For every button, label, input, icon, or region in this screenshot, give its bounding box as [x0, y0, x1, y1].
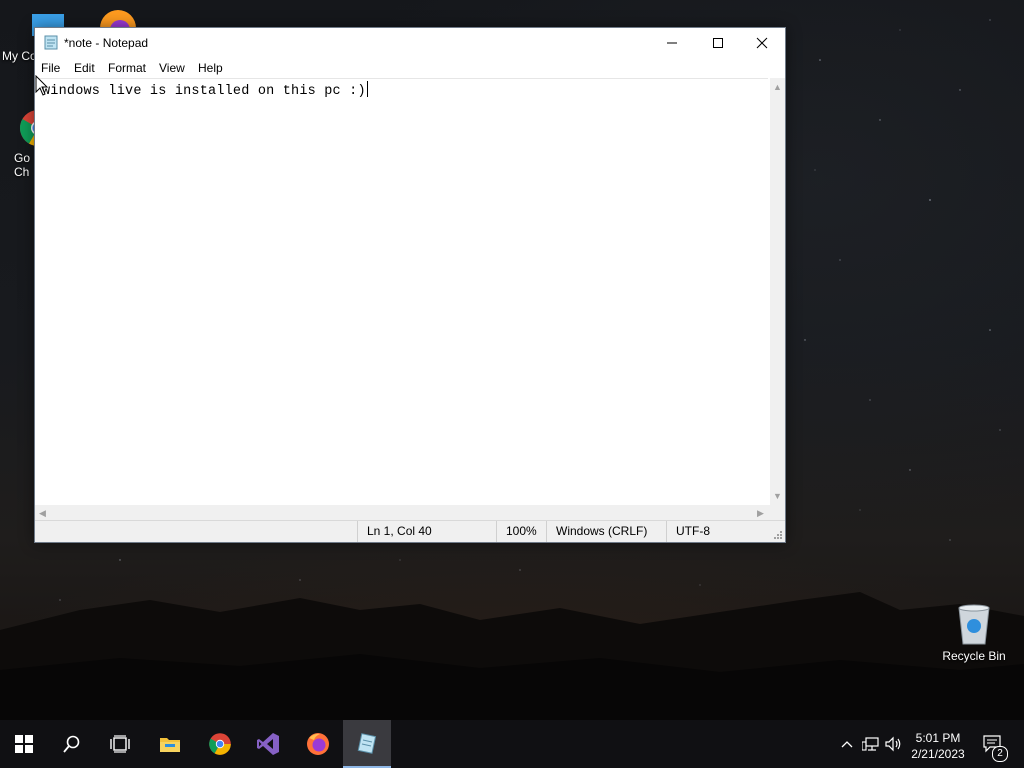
close-icon [756, 37, 768, 49]
title-bar[interactable]: *note - Notepad [35, 28, 785, 58]
scroll-left-arrow-icon[interactable]: ◀ [39, 508, 46, 518]
editor-text: windows live is installed on this pc :) [42, 84, 366, 99]
mountain-silhouette [0, 592, 1024, 720]
chevron-up-icon [841, 741, 853, 748]
mouse-pointer-icon [35, 75, 49, 96]
menu-format[interactable]: Format [108, 61, 146, 75]
file-explorer-icon [160, 738, 180, 752]
status-zoom: 100% [496, 521, 546, 542]
status-cursor-position: Ln 1, Col 40 [357, 521, 496, 542]
scroll-down-arrow-icon[interactable]: ▼ [773, 491, 782, 501]
notepad-window[interactable]: *note - Notepad File Edit Format View He… [34, 27, 786, 543]
clock-date: 2/21/2023 [911, 747, 965, 761]
taskbar-chrome[interactable] [196, 720, 244, 768]
network-icon [862, 737, 879, 751]
text-caret [366, 81, 368, 97]
volume-button[interactable] [883, 720, 905, 768]
taskbar-firefox[interactable] [294, 720, 342, 768]
taskbar-clock[interactable]: 5:01 PM 2/21/2023 [905, 730, 971, 762]
desktop: My Co Go Ch Recycle Bin *note - Notepad … [0, 0, 1024, 720]
resize-grip-icon[interactable] [773, 530, 783, 540]
task-view-button[interactable] [96, 720, 144, 768]
scrollbar-corner [770, 505, 785, 520]
horizontal-scrollbar[interactable]: ◀ ▶ [35, 505, 770, 520]
search-button[interactable] [48, 720, 96, 768]
search-icon [63, 735, 80, 753]
maximize-icon [713, 38, 723, 48]
windows-start-icon [15, 735, 33, 753]
text-editor[interactable]: windows live is installed on this pc :) [35, 78, 768, 506]
recycle-bin-icon [958, 604, 990, 645]
taskbar-file-explorer[interactable] [146, 720, 194, 768]
close-button[interactable] [739, 28, 785, 58]
vertical-scrollbar[interactable]: ▲ ▼ [770, 78, 785, 505]
minimize-button[interactable] [649, 28, 695, 58]
clock-time: 5:01 PM [915, 731, 961, 745]
show-hidden-icons-button[interactable] [836, 720, 858, 768]
menu-file[interactable]: File [41, 61, 60, 75]
notepad-icon [44, 35, 58, 50]
taskbar-visual-studio[interactable] [244, 720, 292, 768]
scroll-up-arrow-icon[interactable]: ▲ [773, 82, 782, 92]
taskbar: 5:01 PM 2/21/2023 2 [0, 720, 1024, 768]
minimize-icon [667, 42, 677, 44]
scroll-right-arrow-icon[interactable]: ▶ [757, 508, 764, 518]
maximize-button[interactable] [695, 28, 741, 58]
window-title: *note - Notepad [64, 36, 149, 50]
editor-content: windows live is installed on this pc :) [42, 81, 368, 99]
network-button[interactable] [860, 720, 882, 768]
status-encoding: UTF-8 [666, 521, 771, 542]
desktop-icon-recycle-bin[interactable]: Recycle Bin [938, 602, 1010, 663]
firefox-icon [307, 733, 329, 755]
notification-count-badge: 2 [992, 746, 1008, 762]
taskbar-notepad[interactable] [343, 720, 391, 768]
menu-edit[interactable]: Edit [74, 61, 95, 75]
start-button[interactable] [0, 720, 48, 768]
menu-view[interactable]: View [159, 61, 185, 75]
task-view-icon [110, 735, 130, 753]
notepad-icon [357, 733, 377, 754]
speaker-icon [885, 736, 901, 752]
chrome-icon [209, 733, 231, 755]
menu-help[interactable]: Help [198, 61, 223, 75]
menu-bar: File Edit Format View Help [35, 58, 785, 78]
status-line-ending: Windows (CRLF) [546, 521, 666, 542]
visual-studio-icon [257, 733, 279, 755]
action-center-button[interactable]: 2 [978, 720, 1010, 768]
status-bar: Ln 1, Col 40 100% Windows (CRLF) UTF-8 [35, 520, 785, 542]
